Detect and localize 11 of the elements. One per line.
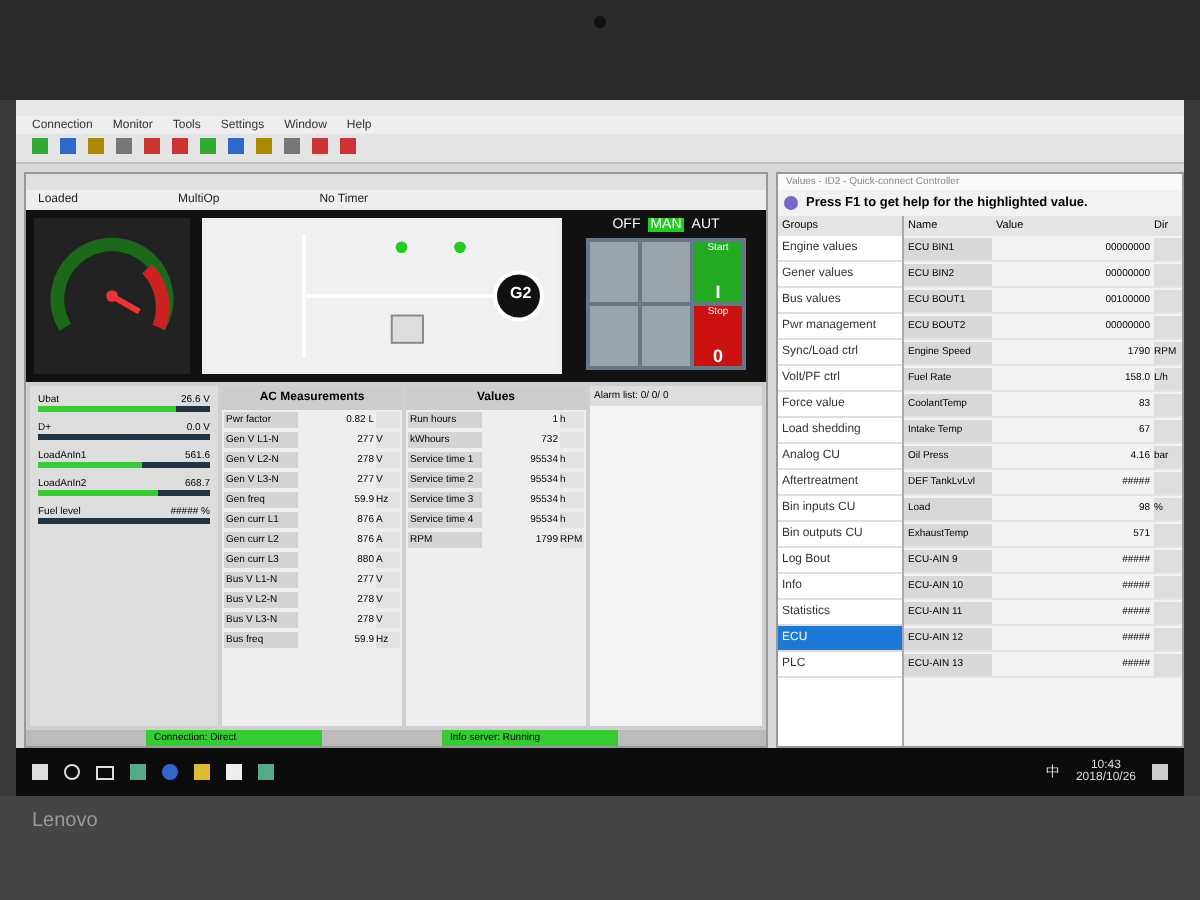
laptop-brand-text: Lenovo bbox=[32, 810, 98, 832]
horn-reset-button[interactable] bbox=[642, 306, 690, 366]
webcam-icon bbox=[594, 16, 606, 28]
mode-button[interactable] bbox=[642, 242, 690, 302]
search-icon[interactable] bbox=[64, 764, 80, 780]
start-menu-icon[interactable] bbox=[32, 764, 48, 780]
help-icon bbox=[784, 196, 798, 210]
mode-button[interactable] bbox=[590, 242, 638, 302]
task-view-icon[interactable] bbox=[96, 765, 114, 779]
generator-label: G2 bbox=[508, 284, 534, 302]
fault-reset-button[interactable] bbox=[590, 306, 638, 366]
